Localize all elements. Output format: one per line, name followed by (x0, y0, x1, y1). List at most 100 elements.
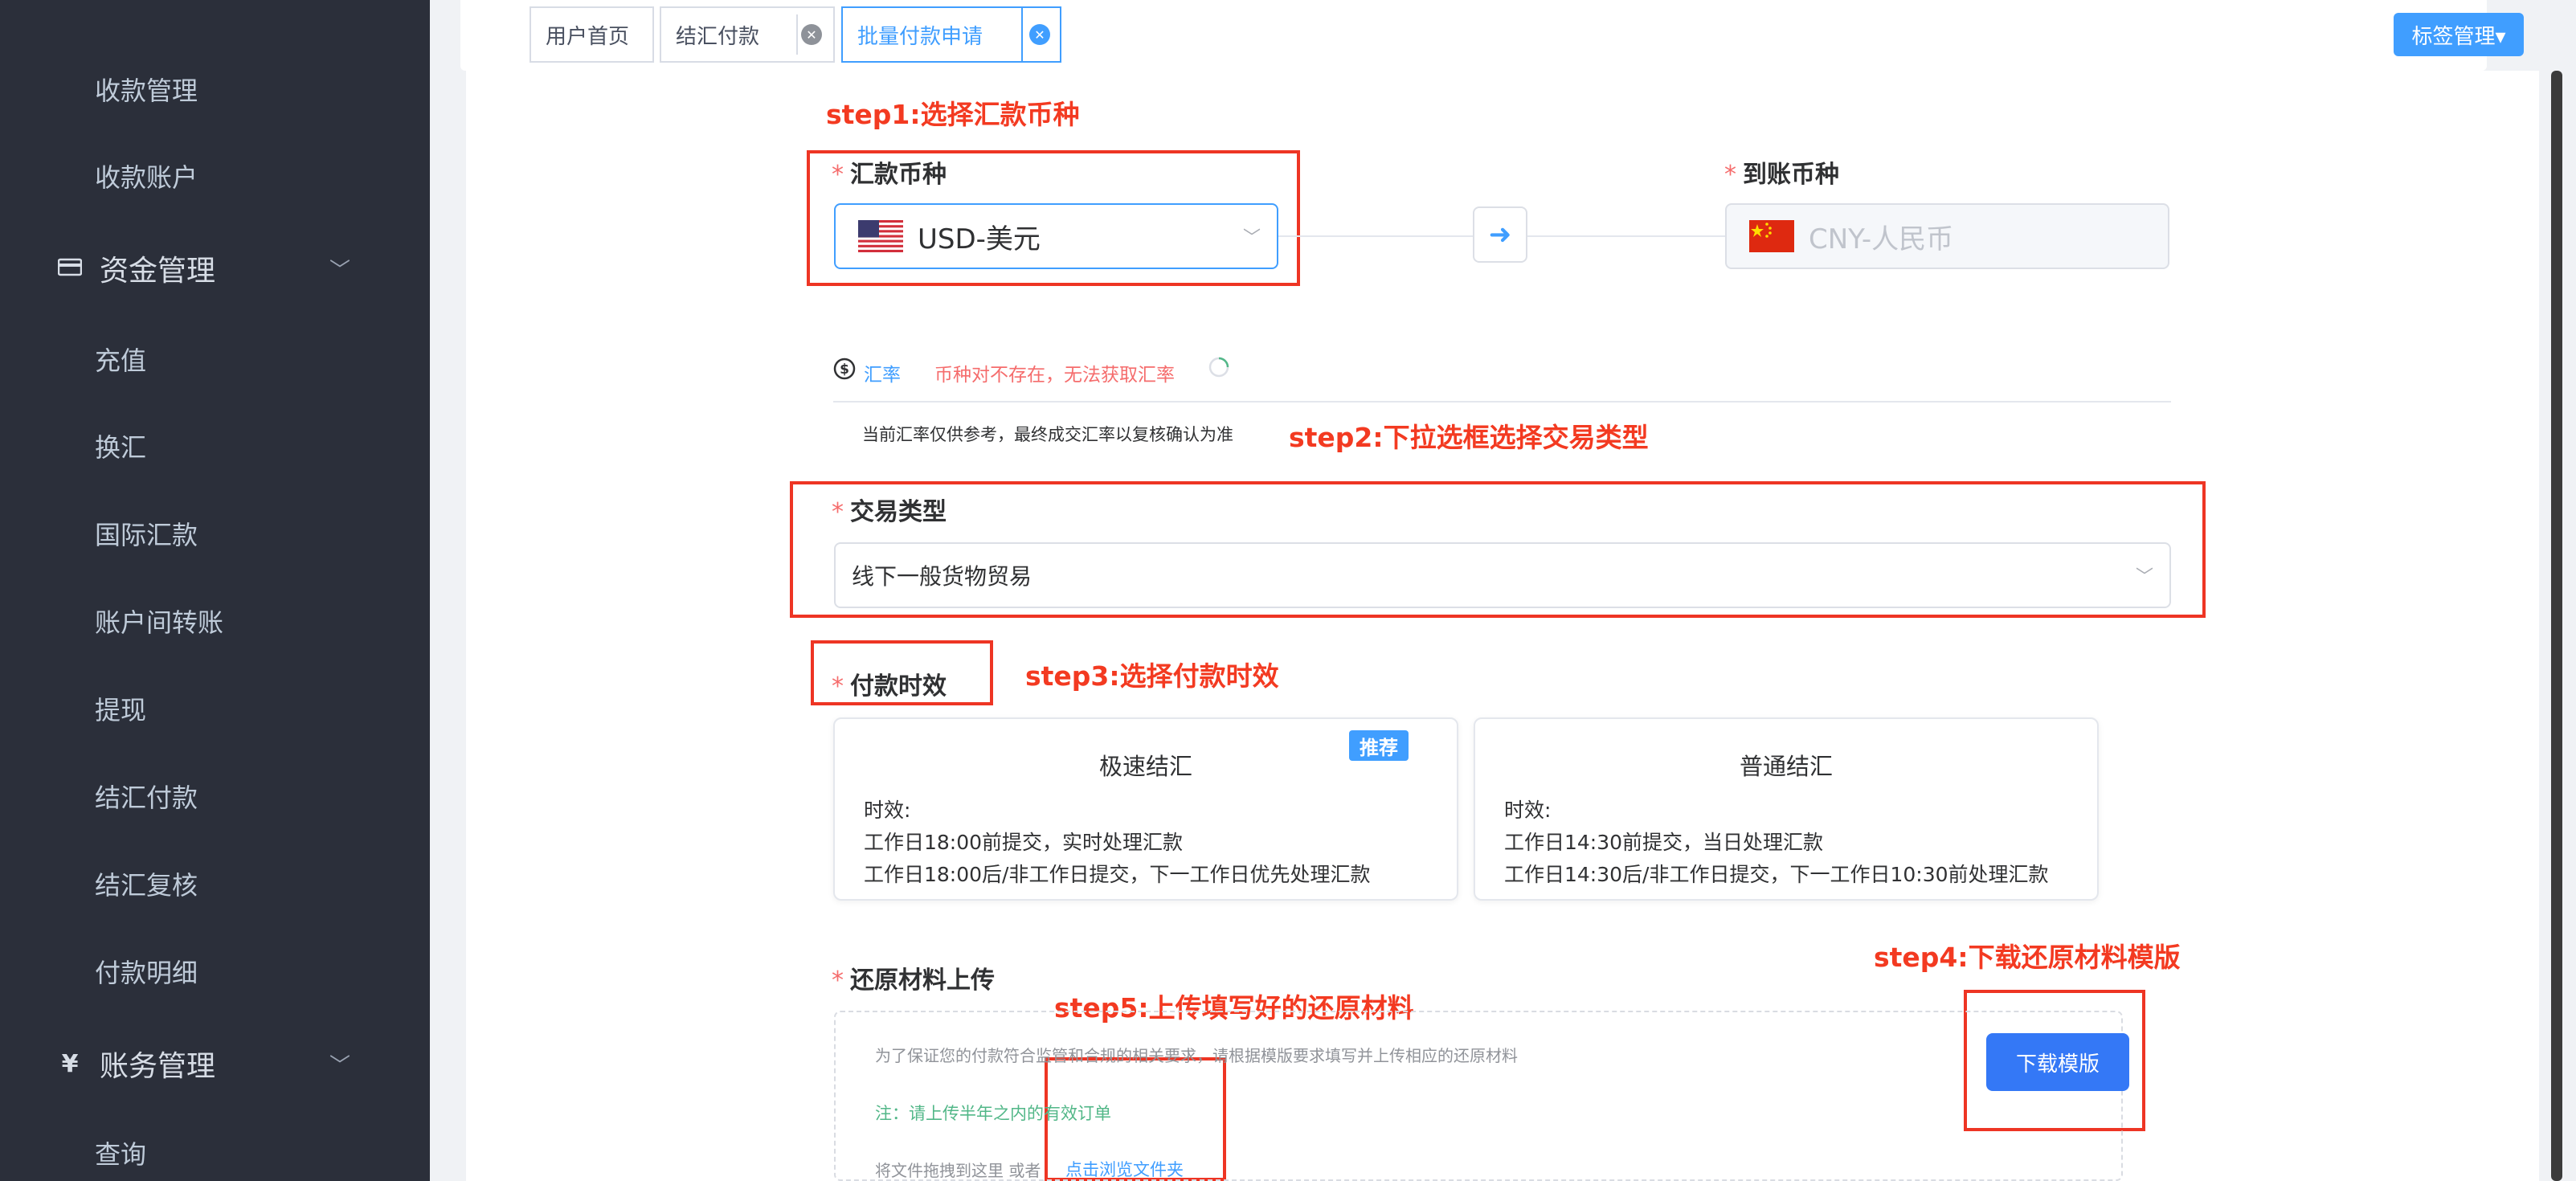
chevron-down-icon: ﹀ (329, 1053, 351, 1078)
download-template-button[interactable]: 下载模版 (1986, 1033, 2129, 1091)
required-mark: * (832, 966, 844, 995)
label-text: 还原材料上传 (850, 966, 995, 995)
swap-arrow-button[interactable]: ➜ (1473, 206, 1527, 263)
tags-view-bar: 用户首页 结汇付款 ✕ 批量付款申请 ✕ (460, 0, 2487, 71)
receive-currency-value: CNY-人民币 (1809, 223, 1954, 255)
annotation-step2: step2:下拉选框选择交易类型 (1289, 422, 1649, 453)
close-icon[interactable]: ✕ (801, 24, 822, 45)
send-currency-select[interactable]: USD-美元 ﹀ (834, 203, 1278, 269)
tab-divider (796, 14, 798, 55)
cn-flag-icon (1749, 220, 1794, 252)
option-line: 时效: (864, 799, 911, 822)
option-title: 极速结汇 (1098, 753, 1192, 780)
tag-manager-button[interactable]: 标签管理▾ (2394, 13, 2524, 56)
trade-type-value: 线下一般货物贸易 (852, 563, 1032, 590)
upload-dropzone[interactable] (834, 1011, 2123, 1181)
sidebar-item-label: 换汇 (95, 432, 147, 463)
tag-manager-label: 标签管理▾ (2411, 24, 2506, 49)
required-mark: * (832, 672, 844, 701)
loading-spinner-icon (1207, 355, 1231, 384)
sidebar-item-label: 结汇付款 (95, 783, 198, 813)
timeliness-option-standard[interactable]: 普通结汇 时效: 工作日14:30前提交，当日处理汇款 工作日14:30后/非工… (1474, 717, 2099, 901)
dollar-circle-icon: $ (833, 358, 856, 386)
annotation-step4: step4:下载还原材料模版 (1874, 942, 2181, 973)
option-title: 普通结汇 (1739, 753, 1833, 780)
browse-folder-link[interactable]: 点击浏览文件夹 (1065, 1157, 1184, 1181)
send-currency-value: USD-美元 (918, 223, 1041, 255)
sidebar-group-fund-management[interactable]: 资金管理 ﹀ (56, 247, 350, 289)
sidebar-item-label: 收款账户 (95, 162, 198, 193)
sidebar-item-settlement-review[interactable]: 结汇复核 (95, 865, 198, 902)
sidebar-group-label: 资金管理 (100, 255, 216, 288)
us-flag-icon (858, 220, 903, 252)
divider (833, 401, 2171, 403)
drop-text: 将文件拖拽到这里 或者 (875, 1161, 1041, 1180)
exchange-rate-error: 币种对不存在，无法获取汇率 (934, 365, 1175, 386)
label-text: 汇款币种 (850, 161, 947, 189)
materials-label: * 还原材料上传 (832, 960, 995, 995)
receive-currency-select: CNY-人民币 (1725, 203, 2169, 269)
option-line: 工作日14:30后/非工作日提交，下一工作日10:30前处理汇款 (1504, 863, 2049, 886)
materials-hint: 为了保证您的付款符合监管和合规的相关要求，请根据模版要求填写并上传相应的还原材料 (875, 1046, 1518, 1065)
required-mark: * (832, 498, 844, 526)
tab-batch-payment-application[interactable]: 批量付款申请 ✕ (841, 6, 1061, 63)
close-icon[interactable]: ✕ (1029, 24, 1050, 45)
connector-line (1527, 235, 1725, 237)
chevron-down-icon: ﹀ (1242, 228, 1261, 248)
download-template-label: 下载模版 (2015, 1052, 2100, 1077)
send-currency-label: * 汇款币种 (832, 154, 947, 190)
card-icon (56, 255, 84, 283)
option-line: 工作日18:00前提交，实时处理汇款 (864, 831, 1184, 854)
label-text: 到账币种 (1743, 161, 1839, 189)
tab-settlement-payment[interactable]: 结汇付款 ✕ (660, 6, 835, 63)
receive-currency-label: * 到账币种 (1724, 154, 1839, 190)
scrollbar[interactable] (2551, 71, 2562, 1181)
sidebar-item-label: 结汇复核 (95, 870, 198, 901)
sidebar-item-withdraw[interactable]: 提现 (95, 690, 146, 727)
exchange-rate-note: 当前汇率仅供参考，最终成交汇率以复核确认为准 (862, 425, 1233, 444)
tab-user-home[interactable]: 用户首页 (530, 6, 654, 63)
annotation-step3: step3:选择付款时效 (1025, 660, 1279, 692)
sidebar-item-label: 查询 (95, 1139, 147, 1170)
timeliness-option-express[interactable]: 推荐 极速结汇 时效: 工作日18:00前提交，实时处理汇款 工作日18:00后… (833, 717, 1458, 901)
sidebar-item-label: 付款明细 (95, 958, 198, 988)
chevron-down-icon: ﹀ (329, 258, 351, 283)
chevron-down-icon: ﹀ (2135, 567, 2153, 587)
sidebar-item-label: 收款管理 (95, 76, 198, 106)
svg-text:$: $ (840, 362, 849, 378)
tab-divider (1021, 8, 1023, 61)
sidebar-item-receipt-accounts[interactable]: 收款账户 (95, 157, 198, 194)
timeliness-label: * 付款时效 (832, 666, 947, 701)
option-line: 工作日14:30前提交，当日处理汇款 (1504, 831, 1824, 854)
sidebar-item-exchange[interactable]: 换汇 (95, 427, 146, 464)
required-mark: * (1724, 161, 1736, 189)
sidebar-item-label: 账户间转账 (95, 607, 224, 638)
sidebar-item-label: 提现 (95, 695, 147, 725)
materials-note: 注：请上传半年之内的有效订单 (875, 1104, 1111, 1123)
label-text: 交易类型 (850, 498, 947, 526)
sidebar-item-label: 国际汇款 (95, 520, 198, 550)
trade-type-select[interactable]: 线下一般货物贸易 ﹀ (834, 542, 2171, 608)
sidebar-item-payment-details[interactable]: 付款明细 (95, 953, 198, 990)
trade-type-label: * 交易类型 (832, 492, 947, 527)
sidebar-item-query[interactable]: 查询 (95, 1134, 146, 1171)
sidebar-group-label: 账务管理 (100, 1050, 216, 1083)
sidebar-item-recharge[interactable]: 充值 (95, 341, 146, 378)
yen-icon: ¥ (61, 1049, 79, 1078)
sidebar: 收款管理 收款账户 资金管理 ﹀ 充值 换汇 国际汇款 账户间转账 提现 结汇付… (0, 0, 430, 1181)
tab-label: 用户首页 (546, 24, 630, 49)
connector-line (1278, 235, 1473, 237)
sidebar-item-account-transfer[interactable]: 账户间转账 (95, 603, 223, 640)
sidebar-item-receipt-management[interactable]: 收款管理 (95, 71, 198, 108)
annotation-step1: step1:选择汇款币种 (826, 99, 1080, 130)
sidebar-item-label: 充值 (95, 345, 147, 376)
option-line: 时效: (1504, 799, 1552, 822)
arrow-right-icon: ➜ (1488, 219, 1512, 251)
sidebar-group-account-management[interactable]: ¥ 账务管理 ﹀ (56, 1043, 350, 1085)
tab-label: 结汇付款 (676, 24, 760, 49)
tab-label: 批量付款申请 (857, 24, 983, 49)
sidebar-item-international-remittance[interactable]: 国际汇款 (95, 515, 198, 552)
exchange-rate-label: 汇率 (864, 365, 901, 386)
sidebar-item-settlement-payment[interactable]: 结汇付款 (95, 778, 198, 815)
required-mark: * (832, 161, 844, 189)
